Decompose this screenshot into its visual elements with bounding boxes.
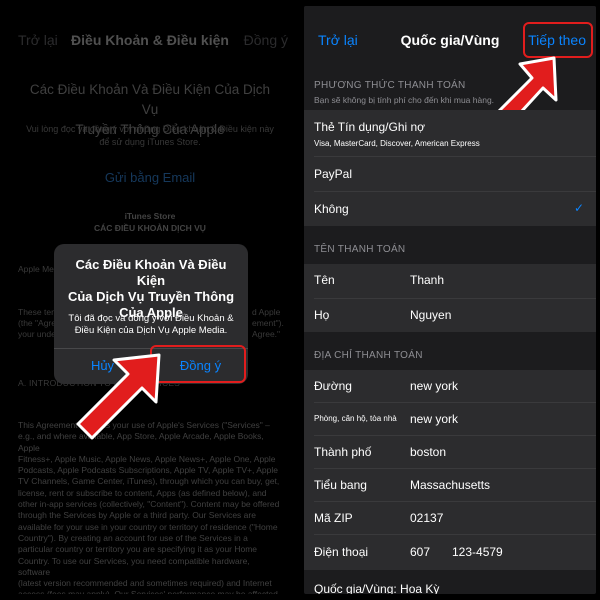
country-region-line: Quốc gia/Vùng: Hoa Kỳ	[314, 582, 440, 594]
apartment-field[interactable]: Phòng, căn hộ, tòa nhà new york	[304, 403, 596, 435]
state-label: Tiểu bang	[314, 478, 367, 492]
first-name-label: Tên	[314, 273, 335, 287]
zip-field[interactable]: Mã ZIP 02137	[304, 502, 596, 534]
payment-method-subtitle: Bạn sẽ không bị tính phí cho đến khi mua…	[314, 95, 495, 105]
first-name-value[interactable]: Thanh	[410, 273, 444, 287]
phone-number[interactable]: 123-4579	[452, 545, 503, 559]
alert-message-line: Điều Kiện của Dịch Vụ Apple Media.	[74, 325, 228, 336]
next-button-highlight	[523, 22, 593, 58]
alert-message-line: Tôi đã đọc và đồng ý với Điều Khoản &	[68, 313, 234, 324]
last-name-label: Họ	[314, 308, 330, 322]
billing-name-header: TÊN THANH TOÁN	[314, 244, 406, 255]
city-value[interactable]: boston	[410, 445, 446, 459]
payment-option-none[interactable]: Không ✓	[304, 192, 596, 226]
state-field[interactable]: Tiểu bang Massachusetts	[304, 469, 596, 501]
phone-area-code[interactable]: 607	[410, 545, 430, 559]
paypal-option-label: PayPal	[314, 167, 353, 181]
billing-address-group: Đường new york Phòng, căn hộ, tòa nhà ne…	[304, 370, 596, 570]
alert-title-line: Của Dịch Vụ Truyền Thông	[67, 289, 235, 304]
apartment-value[interactable]: new york	[410, 412, 458, 426]
card-option-subtitle: Visa, MasterCard, Discover, American Exp…	[314, 139, 480, 148]
billing-name-group: Tên Thanh Họ Nguyen	[304, 264, 596, 332]
payment-method-group: Thẻ Tín dụng/Ghi nợ Visa, MasterCard, Di…	[304, 110, 596, 226]
street-value[interactable]: new york	[410, 379, 458, 393]
none-option-label: Không	[314, 202, 349, 216]
payment-screen: Trở lại Quốc gia/Vùng Tiếp theo PHƯƠNG T…	[304, 6, 596, 594]
alert-title-line: Các Điều Khoản Và Điều Kiện	[75, 257, 227, 288]
terms-screen: Trở lại Điều Khoản & Điều kiện Đồng ý Cá…	[4, 6, 296, 594]
billing-address-header: ĐỊA CHỈ THANH TOÁN	[314, 350, 423, 361]
zip-value[interactable]: 02137	[410, 511, 443, 525]
arrow-icon	[76, 353, 161, 440]
city-label: Thành phố	[314, 445, 372, 459]
alert-message: Tôi đã đọc và đồng ý với Điều Khoản & Đi…	[64, 313, 238, 337]
street-label: Đường	[314, 379, 352, 393]
state-value[interactable]: Massachusetts	[410, 478, 490, 492]
alert-title: Các Điều Khoản Và Điều Kiện Của Dịch Vụ …	[60, 257, 242, 321]
street-field[interactable]: Đường new york	[304, 370, 596, 402]
zip-label: Mã ZIP	[314, 511, 353, 525]
card-option-label: Thẻ Tín dụng/Ghi nợ	[314, 120, 426, 134]
phone-field[interactable]: Điện thoại 607 123-4579	[304, 535, 596, 570]
payment-option-paypal[interactable]: PayPal	[304, 157, 596, 191]
payment-option-card[interactable]: Thẻ Tín dụng/Ghi nợ Visa, MasterCard, Di…	[304, 110, 596, 156]
apartment-label: Phòng, căn hộ, tòa nhà	[314, 414, 397, 423]
last-name-field[interactable]: Họ Nguyen	[304, 299, 596, 332]
payment-method-header: PHƯƠNG THỨC THANH TOÁN	[314, 80, 466, 91]
last-name-value[interactable]: Nguyen	[410, 308, 451, 322]
checkmark-icon: ✓	[573, 201, 584, 215]
phone-label: Điện thoại	[314, 545, 369, 559]
city-field[interactable]: Thành phố boston	[304, 436, 596, 468]
first-name-field[interactable]: Tên Thanh	[304, 264, 596, 298]
